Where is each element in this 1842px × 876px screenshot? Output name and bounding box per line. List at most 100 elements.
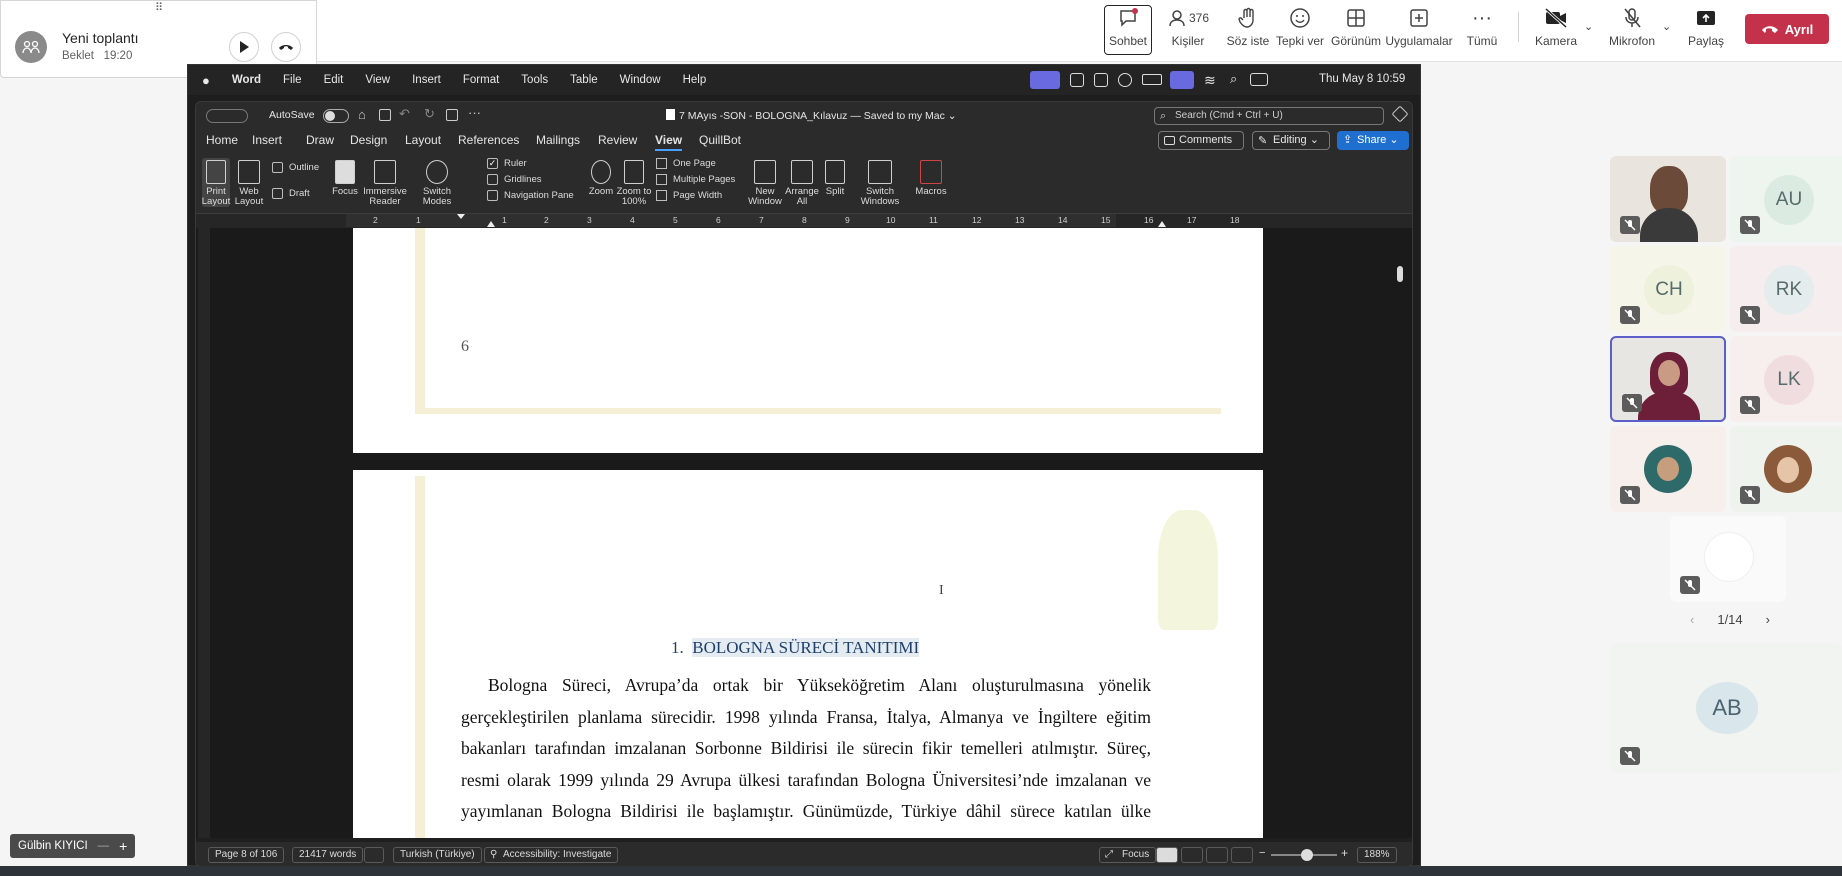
- split-button[interactable]: Split: [820, 160, 850, 197]
- react-button[interactable]: Tepki ver: [1272, 6, 1328, 54]
- language-status[interactable]: Turkish (Türkiye): [393, 847, 482, 863]
- mac-menu-edit[interactable]: Edit: [324, 74, 344, 86]
- immersive-reader-button[interactable]: Immersive Reader: [363, 160, 407, 207]
- participant-tile[interactable]: CH: [1610, 246, 1726, 332]
- share-content-button[interactable]: Paylaş: [1684, 6, 1728, 54]
- document-canvas[interactable]: 6 I 1. BOLOGNA SÜRECİ TANITIMI Bologna S…: [196, 228, 1412, 838]
- mic-button[interactable]: Mikrofon: [1604, 6, 1660, 54]
- zoom-slider-thumb[interactable]: [1301, 849, 1313, 861]
- save-icon[interactable]: [379, 109, 391, 121]
- gridlines-checkbox[interactable]: Gridlines: [487, 174, 542, 185]
- focus-button[interactable]: Focus: [330, 160, 360, 197]
- participant-tile[interactable]: [1610, 426, 1726, 512]
- camera-button[interactable]: Kamera: [1530, 6, 1582, 54]
- screen-share-status-icon[interactable]: [1030, 71, 1060, 89]
- web-layout-button[interactable]: Web Layout: [234, 160, 264, 207]
- switch-windows-button[interactable]: Switch Windows: [860, 160, 900, 207]
- participant-tile[interactable]: [1670, 516, 1786, 602]
- macros-button[interactable]: Macros: [914, 160, 948, 197]
- teams-status-icon[interactable]: [1094, 73, 1108, 87]
- mac-menu-insert[interactable]: Insert: [412, 74, 441, 86]
- pin-icon[interactable]: [1391, 105, 1409, 123]
- camera-options-chevron-icon[interactable]: ⌄: [1584, 20, 1593, 33]
- presenter-label[interactable]: Gülbin KIYICI — +: [10, 834, 136, 858]
- tab-quillbot[interactable]: QuillBot: [699, 133, 741, 147]
- participant-tile[interactable]: [1730, 426, 1842, 512]
- resume-call-button[interactable]: [229, 32, 259, 62]
- mac-menu-file[interactable]: File: [283, 74, 302, 86]
- navigation-pane-checkbox[interactable]: Navigation Pane: [487, 190, 574, 201]
- page-width-button[interactable]: Page Width: [656, 190, 722, 201]
- minimize-icon[interactable]: —: [98, 840, 110, 852]
- participant-video-tile-active[interactable]: [1610, 336, 1726, 422]
- vertical-scrollbar-thumb[interactable]: [1397, 266, 1403, 282]
- tab-references[interactable]: References: [458, 133, 519, 147]
- participant-tile[interactable]: AU: [1730, 156, 1842, 242]
- add-icon[interactable]: +: [119, 838, 127, 854]
- status-icon[interactable]: [1070, 73, 1084, 87]
- tab-design[interactable]: Design: [350, 133, 387, 147]
- outline-view-icon[interactable]: [1206, 847, 1228, 863]
- focus-mode-button[interactable]: ⤢ Focus: [1099, 847, 1157, 863]
- mac-menu-view[interactable]: View: [365, 74, 390, 86]
- web-layout-view-icon[interactable]: [1181, 847, 1203, 863]
- redo-icon[interactable]: ↻: [424, 106, 435, 122]
- mac-menu-format[interactable]: Format: [463, 74, 499, 86]
- print-layout-view-icon[interactable]: [1156, 847, 1178, 863]
- sidebar-toggle-icon[interactable]: [206, 109, 248, 123]
- apple-icon[interactable]: ●: [202, 73, 210, 88]
- draft-view-icon[interactable]: [1231, 847, 1253, 863]
- participant-tile[interactable]: RK: [1730, 246, 1842, 332]
- more-button[interactable]: ··· Tümü: [1460, 6, 1504, 54]
- view-button[interactable]: Görünüm: [1328, 6, 1384, 54]
- chevron-right-icon[interactable]: ›: [1766, 612, 1770, 627]
- window-share-icon[interactable]: [1170, 71, 1194, 89]
- page-count-status[interactable]: Page 8 of 106: [208, 847, 285, 863]
- mac-menu-help[interactable]: Help: [683, 74, 707, 86]
- tab-view[interactable]: View: [655, 133, 683, 151]
- autosave-toggle[interactable]: [323, 109, 349, 123]
- end-held-call-button[interactable]: [271, 32, 301, 62]
- participant-tile-large[interactable]: AB: [1610, 643, 1842, 773]
- spotlight-search-icon[interactable]: ⌕: [1230, 71, 1237, 87]
- editing-mode-button[interactable]: ✎ Editing ⌄: [1252, 131, 1330, 150]
- tab-mailings[interactable]: Mailings: [536, 133, 580, 147]
- one-page-button[interactable]: One Page: [656, 158, 716, 169]
- word-count-status[interactable]: 21417 words: [292, 847, 364, 863]
- chevron-left-icon[interactable]: ‹: [1690, 612, 1694, 627]
- battery-icon[interactable]: [1142, 74, 1162, 85]
- home-icon[interactable]: ⌂: [358, 107, 366, 122]
- people-button[interactable]: 376 Kişiler: [1162, 6, 1214, 54]
- zoom-button[interactable]: Zoom: [586, 160, 616, 197]
- sync-icon[interactable]: [1118, 73, 1132, 87]
- accessibility-status[interactable]: ⚲ Accessibility: Investigate: [484, 847, 619, 863]
- arrange-all-button[interactable]: Arrange All: [784, 160, 820, 207]
- undo-icon[interactable]: ↶: [399, 106, 410, 122]
- zoom-level[interactable]: 188%: [1357, 847, 1397, 863]
- zoom-in-icon[interactable]: +: [1341, 846, 1348, 860]
- comments-button[interactable]: Comments: [1158, 131, 1244, 150]
- zoom-100-button[interactable]: Zoom to 100%: [616, 160, 652, 207]
- chat-button[interactable]: Sohbet: [1104, 5, 1152, 55]
- more-commands-icon[interactable]: ···: [468, 105, 481, 120]
- print-layout-button[interactable]: Print Layout: [202, 158, 230, 207]
- right-indent-marker[interactable]: [1158, 221, 1166, 227]
- tab-layout[interactable]: Layout: [405, 133, 441, 147]
- horizontal-ruler[interactable]: 2 1 1 2 3 4 5 6 7 8 9 10 11 12 13 14 15 …: [196, 214, 1412, 228]
- vertical-ruler[interactable]: [198, 228, 210, 838]
- word-search-input[interactable]: ⌕ Search (Cmd + Ctrl + U): [1154, 107, 1384, 125]
- new-window-button[interactable]: New Window: [748, 160, 782, 207]
- mic-options-chevron-icon[interactable]: ⌄: [1662, 20, 1671, 33]
- leave-button[interactable]: Ayrıl: [1745, 14, 1829, 44]
- tab-draw[interactable]: Draw: [306, 133, 334, 147]
- draft-button[interactable]: Draft: [272, 188, 310, 199]
- mac-menu-window[interactable]: Window: [620, 74, 661, 86]
- outline-button[interactable]: Outline: [272, 162, 319, 173]
- apps-button[interactable]: Uygulamalar: [1384, 6, 1454, 54]
- mac-menu-app[interactable]: Word: [232, 74, 261, 86]
- document-title[interactable]: 7 MAyıs -SON - BOLOGNA_Kılavuz — Saved t…: [666, 109, 957, 122]
- page-previous[interactable]: 6: [353, 228, 1263, 453]
- ruler-checkbox[interactable]: ✓ Ruler: [487, 158, 527, 169]
- drag-handle-icon[interactable]: ⠿: [155, 1, 164, 14]
- page-current[interactable]: I 1. BOLOGNA SÜRECİ TANITIMI Bologna Sür…: [353, 470, 1263, 838]
